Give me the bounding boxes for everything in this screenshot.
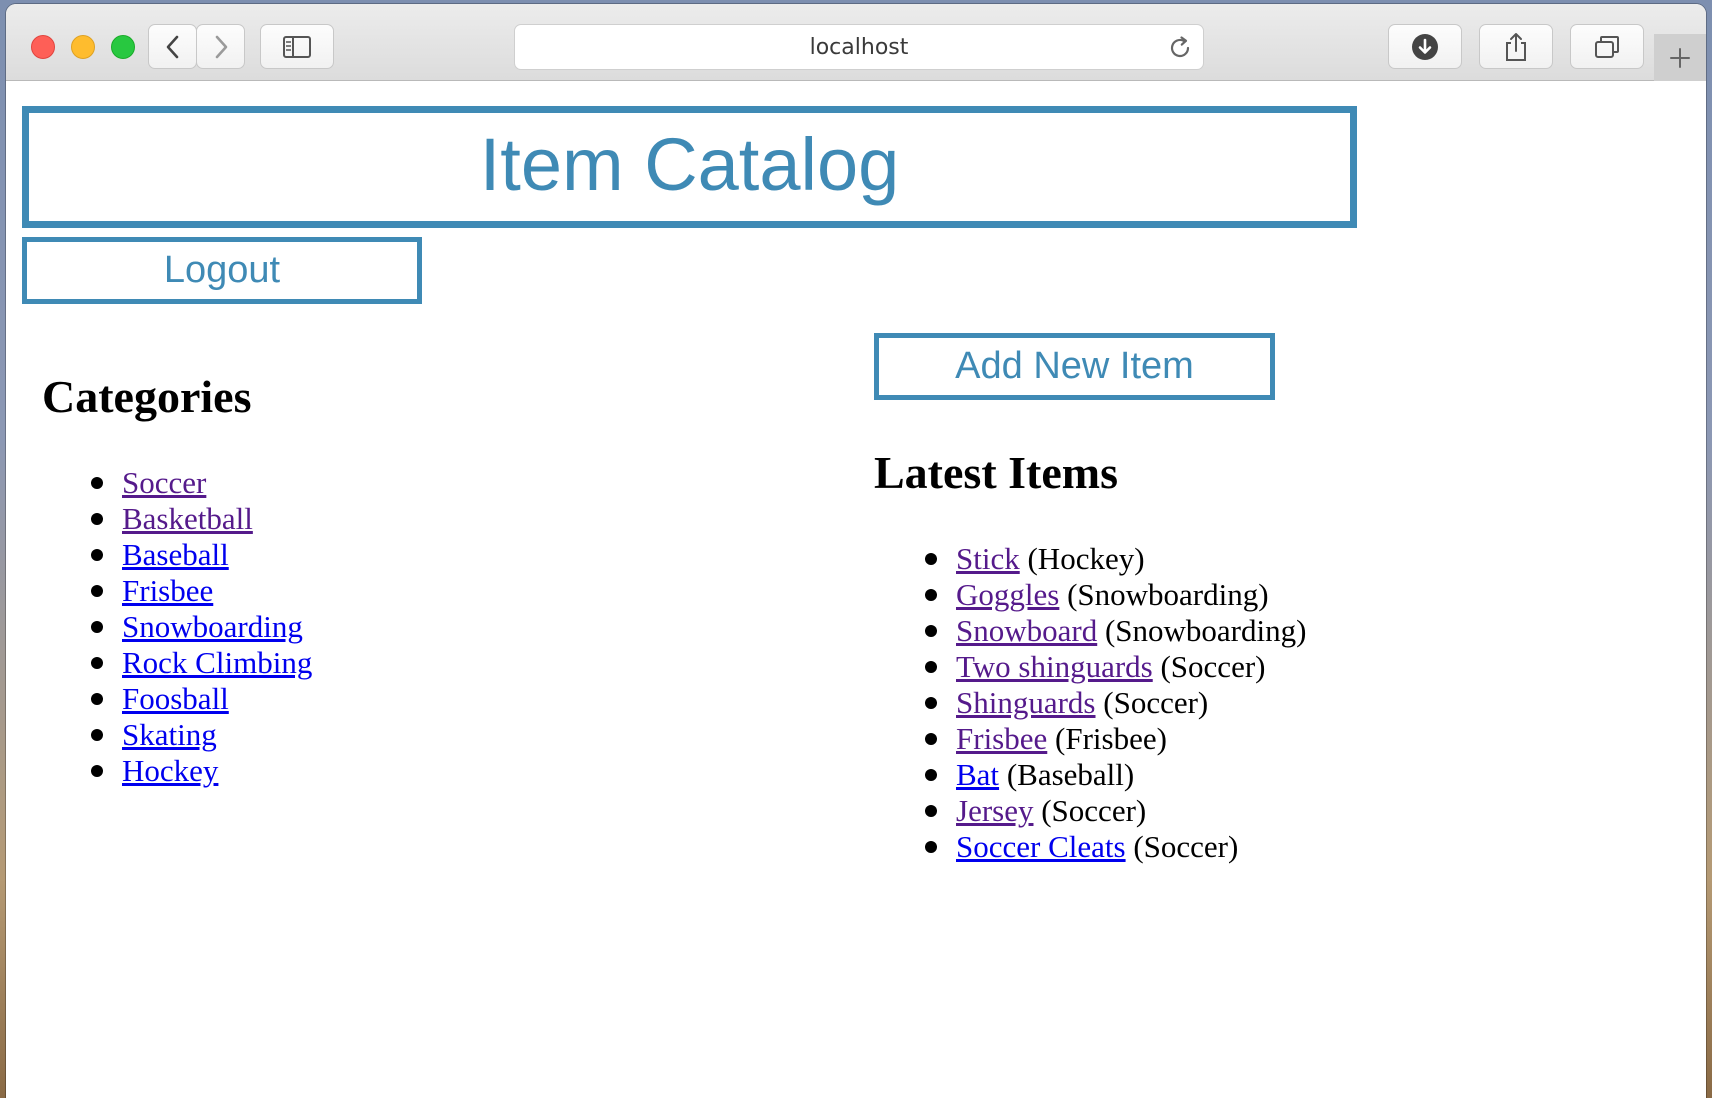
category-list-item: Skating: [91, 717, 312, 753]
bullet-icon: [925, 589, 937, 601]
latest-item: Goggles (Snowboarding): [925, 577, 1306, 613]
latest-items-heading: Latest Items: [874, 447, 1118, 498]
item-link[interactable]: Goggles: [956, 577, 1059, 612]
chevron-left-icon: [166, 35, 178, 58]
item-link[interactable]: Snowboard: [956, 613, 1097, 648]
logout-button[interactable]: Logout: [22, 237, 422, 304]
browser-toolbar: localhost: [6, 4, 1706, 81]
latest-item: Bat (Baseball): [925, 757, 1306, 793]
item-link[interactable]: Stick: [956, 541, 1020, 576]
category-link[interactable]: Hockey: [122, 753, 218, 788]
bullet-icon: [91, 765, 103, 777]
back-button[interactable]: [148, 24, 197, 69]
latest-item: Two shinguards (Soccer): [925, 649, 1306, 685]
item-link[interactable]: Two shinguards: [956, 649, 1153, 684]
bullet-icon: [91, 477, 103, 489]
item-category-label: (Soccer): [1041, 793, 1147, 828]
category-link[interactable]: Skating: [122, 717, 217, 752]
category-link[interactable]: Baseball: [122, 537, 229, 572]
bullet-icon: [925, 661, 937, 673]
latest-item: Snowboard (Snowboarding): [925, 613, 1307, 649]
sidebar-toggle-button[interactable]: [260, 24, 334, 69]
category-list-item: Rock Climbing: [91, 645, 312, 681]
reload-icon[interactable]: [1167, 35, 1193, 61]
share-button[interactable]: [1479, 24, 1553, 69]
latest-item: Frisbee (Frisbee): [925, 721, 1306, 757]
bullet-icon: [925, 733, 937, 745]
bullet-icon: [91, 585, 103, 597]
download-icon: [1412, 33, 1438, 60]
forward-button[interactable]: [196, 24, 245, 69]
bullet-icon: [91, 729, 103, 741]
new-tab-button[interactable]: [1654, 34, 1706, 81]
bullet-icon: [91, 657, 103, 669]
bullet-icon: [91, 513, 103, 525]
category-list-item: Snowboarding: [91, 609, 312, 645]
category-list-item: Soccer: [91, 465, 312, 501]
address-bar-text[interactable]: localhost: [515, 25, 1203, 71]
category-list-item: Frisbee: [91, 573, 312, 609]
item-link[interactable]: Jersey: [956, 793, 1033, 828]
item-category-label: (Soccer): [1103, 685, 1209, 720]
category-list-item: Baseball: [91, 537, 312, 573]
close-window-button[interactable]: [31, 35, 55, 59]
sidebar-icon: [283, 35, 311, 58]
categories-list: Soccer Basketball Baseball Frisbee Snowboard…: [91, 465, 312, 789]
bullet-icon: [91, 621, 103, 633]
share-icon: [1506, 32, 1526, 61]
bullet-icon: [91, 549, 103, 561]
latest-item: Jersey (Soccer): [925, 793, 1306, 829]
item-category-label: (Hockey): [1027, 541, 1145, 576]
bullet-icon: [925, 553, 937, 565]
latest-item: Shinguards (Soccer): [925, 685, 1306, 721]
category-list-item: Foosball: [91, 681, 312, 717]
item-category-label: (Soccer): [1160, 649, 1266, 684]
item-category-label: (Frisbee): [1055, 721, 1167, 756]
bullet-icon: [91, 693, 103, 705]
category-link[interactable]: Soccer: [122, 465, 206, 500]
latest-item: Stick (Hockey): [925, 541, 1306, 577]
minimize-window-button[interactable]: [71, 35, 95, 59]
category-list-item: Hockey: [91, 753, 312, 789]
page-title: Item Catalog: [479, 123, 900, 206]
item-category-label: (Snowboarding): [1104, 613, 1307, 648]
zoom-window-button[interactable]: [111, 35, 135, 59]
item-category-label: (Snowboarding): [1067, 577, 1269, 612]
browser-window: localhost Item Catalog Logout Categories…: [6, 4, 1706, 1098]
page-header: Item Catalog: [22, 106, 1357, 228]
category-list-item: Basketball: [91, 501, 312, 537]
bullet-icon: [925, 769, 937, 781]
latest-item: Soccer Cleats (Soccer): [925, 829, 1306, 865]
add-new-item-button[interactable]: Add New Item: [874, 333, 1275, 400]
category-link[interactable]: Snowboarding: [122, 609, 303, 644]
bullet-icon: [925, 805, 937, 817]
item-link[interactable]: Shinguards: [956, 685, 1096, 720]
bullet-icon: [925, 697, 937, 709]
bullet-icon: [925, 841, 937, 853]
bullet-icon: [925, 625, 937, 637]
tabs-overview-button[interactable]: [1570, 24, 1644, 69]
plus-icon: [1670, 47, 1690, 68]
category-link[interactable]: Frisbee: [122, 573, 213, 608]
item-link[interactable]: Bat: [956, 757, 999, 792]
category-link[interactable]: Rock Climbing: [122, 645, 312, 680]
item-category-label: (Soccer): [1133, 829, 1239, 864]
chevron-right-icon: [215, 35, 227, 58]
category-link[interactable]: Foosball: [122, 681, 229, 716]
item-link[interactable]: Soccer Cleats: [956, 829, 1126, 864]
page-content: Item Catalog Logout Categories Soccer Bas…: [6, 81, 1706, 1098]
item-link[interactable]: Frisbee: [956, 721, 1047, 756]
categories-heading: Categories: [42, 371, 252, 422]
latest-items-list: Stick (Hockey) Goggles (Snowboarding) Snow…: [925, 541, 1307, 865]
item-category-label: (Baseball): [1006, 757, 1135, 792]
category-link[interactable]: Basketball: [122, 501, 253, 536]
tabs-icon: [1595, 35, 1619, 58]
address-bar[interactable]: localhost: [514, 24, 1204, 70]
downloads-button[interactable]: [1388, 24, 1462, 69]
